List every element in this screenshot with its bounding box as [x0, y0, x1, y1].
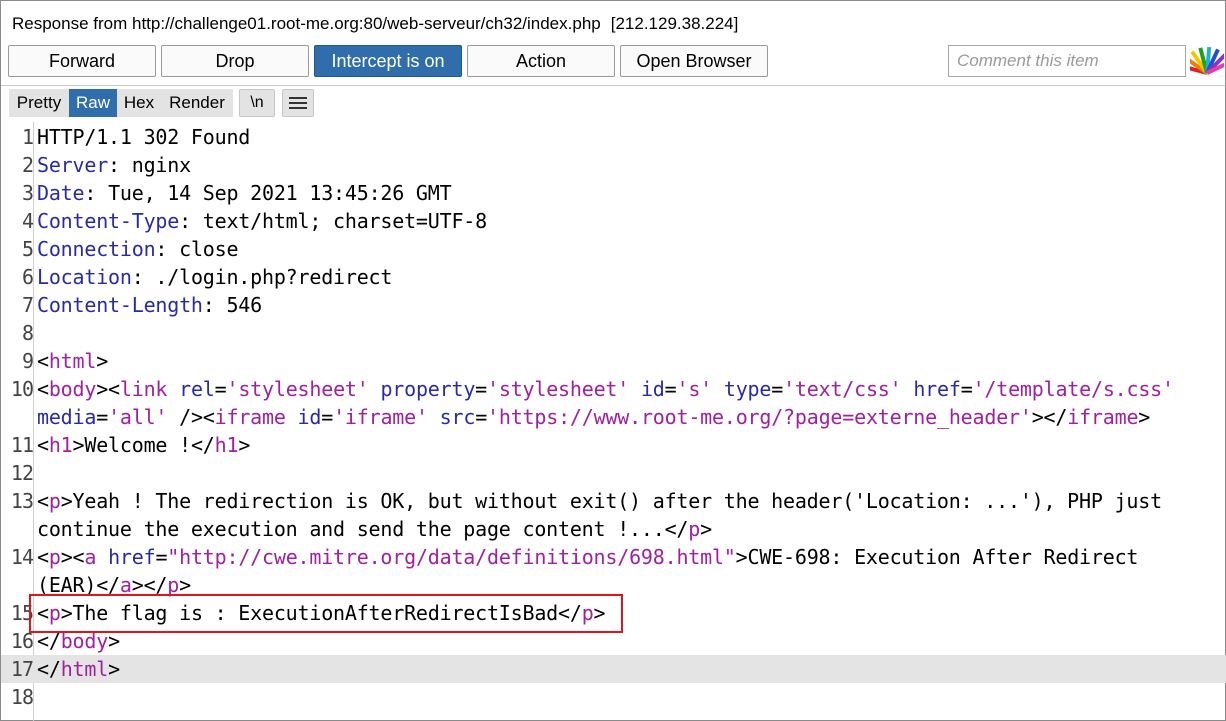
code-line: 3 Date: Tue, 14 Sep 2021 13:45:26 GMT — [21, 181, 452, 205]
cwe-link-href: "http://cwe.mitre.org/data/definitions/6… — [167, 545, 736, 569]
header-key: Content-Length — [37, 293, 203, 317]
code-line: 5 Connection: close — [21, 237, 239, 261]
code-line: 1 HTTP/1.1 302 Found — [21, 125, 251, 149]
h1-text: Welcome ! — [84, 433, 191, 457]
toolbar-divider — [1, 85, 1226, 86]
code-line: 14 <p><a href="http://cwe.mitre.org/data… — [10, 545, 1139, 569]
code-line: 6 Location: ./login.php?redirect — [21, 265, 393, 289]
code-line: 7 Content-Length: 546 — [21, 293, 262, 317]
code-line: 4 Content-Type: text/html; charset=UTF-8 — [21, 209, 487, 233]
newline-toggle-button[interactable]: \n — [239, 89, 275, 117]
header-value: 546 — [226, 293, 262, 317]
tab-render[interactable]: Render — [161, 89, 233, 117]
code-line: 10 <body><link rel='stylesheet' property… — [10, 377, 1175, 401]
code-line: media='all' /><iframe id='iframe' src='h… — [37, 405, 1151, 429]
menu-icon[interactable] — [282, 89, 314, 117]
flag-highlight-box — [29, 594, 623, 633]
header-value: close — [179, 237, 239, 261]
tab-hex[interactable]: Hex — [117, 89, 161, 117]
paragraph-text: Yeah ! The redirection is OK, but withou… — [72, 489, 1163, 513]
response-url: Response from http://challenge01.root-me… — [12, 14, 601, 33]
header-value: ./login.php?redirect — [155, 265, 393, 289]
iframe-src: 'https://www.root-me.org/?page=externe_h… — [487, 405, 1032, 429]
newline-label: \n — [250, 94, 264, 111]
open-browser-button[interactable]: Open Browser — [620, 45, 768, 77]
code-line: 9 <html> — [21, 349, 109, 373]
header-value: Tue, 14 Sep 2021 13:45:26 GMT — [108, 181, 452, 205]
code-line: 11 <h1>Welcome !</h1> — [10, 433, 251, 457]
header-key: Location — [37, 265, 132, 289]
comment-field[interactable]: Comment this item — [948, 45, 1186, 77]
action-button[interactable]: Action — [467, 45, 615, 77]
header-key: Server — [37, 153, 109, 177]
current-code-line: 17 </html> — [1, 655, 1226, 683]
status-line: HTTP/1.1 302 Found — [37, 125, 251, 149]
code-line: 12 — [10, 461, 34, 485]
header-key: Content-Type — [37, 209, 180, 233]
cwe-link-text: CWE-698: Execution After Redirect — [747, 545, 1139, 569]
code-line: 2 Server: nginx — [21, 153, 191, 177]
forward-button[interactable]: Forward — [8, 45, 156, 77]
highlight-color-icon[interactable] — [1190, 45, 1224, 77]
header-key: Connection — [37, 237, 156, 261]
header-key: Date — [37, 181, 85, 205]
code-line: 8 — [21, 321, 34, 345]
tab-raw[interactable]: Raw — [69, 89, 117, 117]
drop-button[interactable]: Drop — [161, 45, 309, 77]
response-ip: [212.129.38.224] — [610, 14, 739, 33]
header-value: text/html; charset=UTF-8 — [202, 209, 487, 233]
burp-response-panel: Response from http://challenge01.root-me… — [0, 0, 1226, 721]
code-line: 13 <p>Yeah ! The redirection is OK, but … — [10, 489, 1163, 513]
link-href: '/template/s.css' — [972, 377, 1175, 401]
tab-pretty[interactable]: Pretty — [9, 89, 69, 117]
code-line: 18 — [10, 685, 34, 709]
code-line: continue the execution and send the page… — [37, 517, 712, 541]
paragraph-text-cont: continue the execution and send the page… — [37, 517, 665, 541]
intercept-toggle-button[interactable]: Intercept is on — [314, 45, 462, 77]
response-source-label: Response from http://challenge01.root-me… — [12, 14, 738, 34]
header-value: nginx — [131, 153, 191, 177]
